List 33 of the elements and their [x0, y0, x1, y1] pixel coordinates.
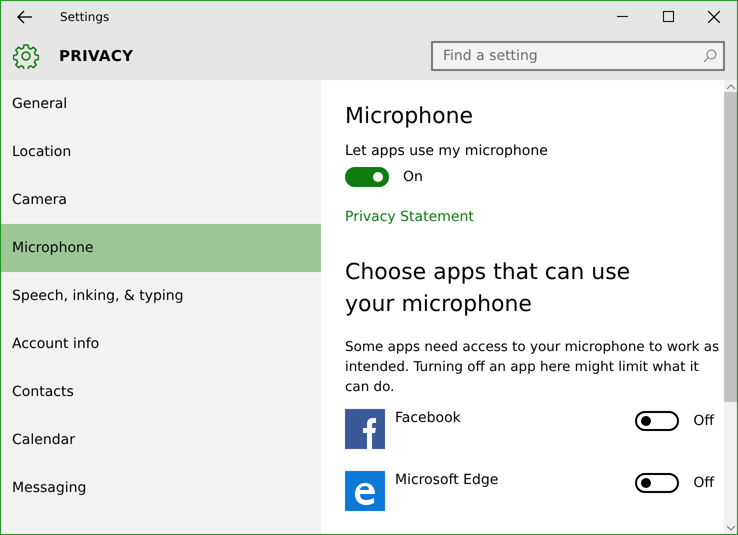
section-heading: Choose apps that can use your microphone — [345, 259, 632, 319]
sidebar-item[interactable]: Messaging — [1, 464, 321, 512]
maximize-icon — [662, 11, 674, 22]
sidebar-item[interactable]: Calendar — [1, 416, 321, 464]
window-title: Settings — [60, 10, 110, 24]
close-icon — [708, 10, 720, 22]
f-letter-icon — [345, 409, 385, 449]
sidebar-item[interactable]: Location — [1, 128, 321, 176]
toggle-state: Off — [693, 475, 714, 491]
gear-icon — [13, 43, 39, 69]
toggle-label: Let apps use my microphone — [345, 143, 549, 159]
section-heading: Microphone — [345, 104, 474, 129]
sidebar-item[interactable]: Microphone — [1, 224, 321, 272]
description-text: Some apps need access to your microphone to work as intended. Turning off an app here might limit what it can do. — [345, 338, 720, 397]
search-field[interactable]: Find a setting — [431, 41, 725, 71]
sidebar-item[interactable]: Contacts — [1, 368, 321, 416]
page-title: PRIVACY — [59, 47, 134, 65]
sidebar-item[interactable]: General — [1, 80, 321, 128]
toggle-switch[interactable] — [635, 473, 680, 493]
toggle-state: On — [403, 169, 423, 185]
sidebar-item[interactable]: Account info — [1, 320, 321, 368]
sidebar-item[interactable]: Camera — [1, 176, 321, 224]
privacy-link[interactable]: Privacy Statement — [345, 209, 474, 225]
scrollbar-thumb[interactable] — [724, 92, 737, 402]
app-name: Facebook — [395, 410, 462, 426]
back-arrow-icon — [17, 10, 33, 24]
toggle-switch[interactable] — [345, 167, 389, 187]
sidebar-item[interactable]: Speech, inking, & typing — [1, 272, 321, 320]
toggle-state: Off — [693, 413, 714, 429]
e-letter-icon — [345, 471, 385, 511]
app-name: Microsoft Edge — [395, 472, 500, 488]
search-icon — [703, 49, 717, 63]
toggle-switch[interactable] — [635, 411, 680, 431]
